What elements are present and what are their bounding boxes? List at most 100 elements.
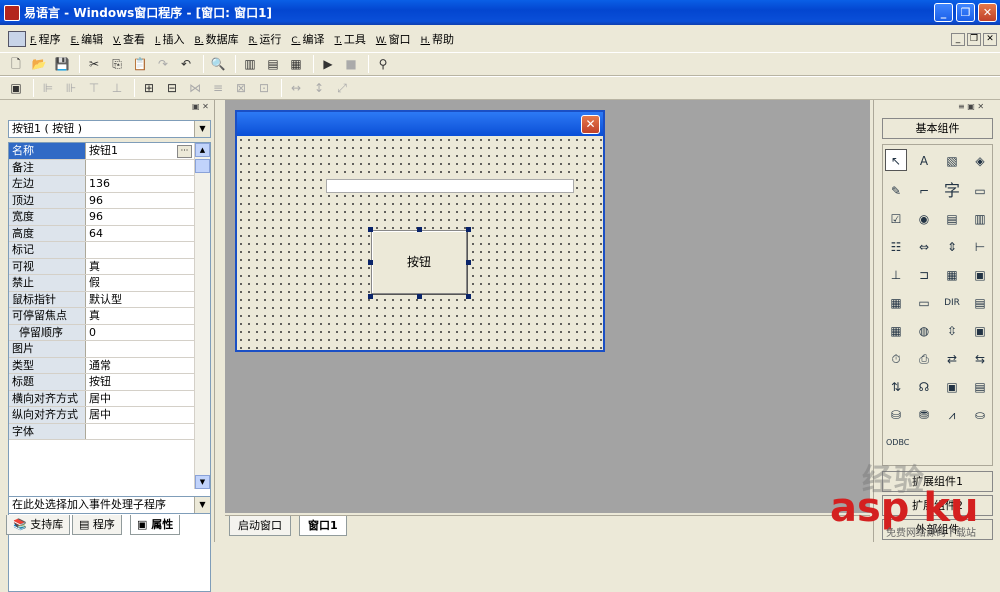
close-button[interactable]: ✕ — [978, 3, 997, 22]
slider-icon[interactable]: ⊥ — [885, 263, 907, 285]
form-grid[interactable]: 按钮 — [237, 136, 603, 350]
ellipsis-button[interactable]: ··· — [177, 145, 192, 158]
align-left-icon[interactable]: ⊫ — [38, 79, 58, 97]
progress-icon[interactable]: ⊢ — [969, 235, 991, 257]
listbox-icon[interactable]: ▥ — [969, 207, 991, 229]
tab-control-icon[interactable]: ⊐ — [913, 263, 935, 285]
menu-edit[interactable]: E. 编辑 — [71, 31, 104, 47]
align-bottom-icon[interactable]: ⊥ — [107, 79, 127, 97]
layout-3-icon[interactable]: ▦ — [286, 55, 306, 73]
file-list-icon[interactable]: ▤ — [969, 291, 991, 313]
tab-startup-window[interactable]: 启动窗口 — [229, 516, 291, 536]
combobox-icon[interactable]: ▤ — [941, 207, 963, 229]
same-height-icon[interactable]: ↕ — [309, 79, 329, 97]
redo-icon[interactable]: ↷ — [153, 55, 173, 73]
db-source-icon[interactable]: ⛃ — [913, 403, 935, 425]
menu-window[interactable]: W. 窗口 — [376, 31, 411, 47]
tab-properties[interactable]: ▣ 属性 — [130, 515, 181, 535]
paste-icon[interactable]: 📋 — [130, 55, 150, 73]
object-select[interactable]: 按钮1 ( 按钮 ) ▼ — [8, 120, 211, 138]
panel-pin-icon[interactable]: ≡ ▣ ✕ — [958, 102, 984, 114]
center-horizontal-icon[interactable]: ⊞ — [139, 79, 159, 97]
panel-pin-icon[interactable]: ▣ ✕ — [192, 102, 209, 114]
event-select[interactable]: 在此处选择加入事件处理子程序 ▼ — [8, 496, 211, 514]
table-icon[interactable]: ▦ — [885, 319, 907, 341]
tab-program[interactable]: ▤ 程序 — [72, 515, 122, 535]
menu-run[interactable]: R. 运行 — [249, 31, 282, 47]
mdi-restore-button[interactable]: ❐ — [967, 33, 981, 46]
hscroll-icon[interactable]: ⇔ — [913, 235, 935, 257]
printer-icon[interactable]: ⎙ — [913, 347, 935, 369]
radio-icon[interactable]: ◉ — [913, 207, 935, 229]
label-icon[interactable]: A — [913, 149, 935, 171]
form-close-icon[interactable]: ✕ — [581, 115, 600, 134]
property-row[interactable]: 备注 — [9, 159, 210, 176]
resize-handle[interactable] — [466, 260, 471, 265]
open-folder-icon[interactable]: 📂 — [29, 55, 49, 73]
menu-tools[interactable]: T. 工具 — [335, 31, 366, 47]
form-window[interactable]: ✕ 按钮 — [235, 110, 605, 352]
button-icon[interactable]: ▭ — [969, 179, 991, 201]
property-row[interactable]: 类型 通常 — [9, 357, 210, 374]
outline-icon[interactable]: ▤ — [969, 375, 991, 397]
frame-icon[interactable]: ⌐ — [913, 179, 935, 201]
save-icon[interactable]: 💾 — [52, 55, 72, 73]
property-row[interactable]: 图片 — [9, 341, 210, 358]
tab-window1[interactable]: 窗口1 — [299, 516, 347, 536]
binoculars-icon[interactable]: ⚲ — [373, 55, 393, 73]
chevron-down-icon[interactable]: ▼ — [194, 121, 210, 137]
new-file-icon[interactable]: 🗋 — [6, 55, 26, 73]
shape-icon[interactable]: ◈ — [969, 149, 991, 171]
scroll-thumb[interactable] — [195, 159, 210, 173]
form-icon[interactable]: ▣ — [6, 79, 26, 97]
maximize-button[interactable]: ❐ — [956, 3, 975, 22]
menu-view[interactable]: V. 查看 — [113, 31, 145, 47]
grid-icon[interactable]: ▦ — [885, 291, 907, 313]
text-char-icon[interactable]: 字 — [941, 179, 963, 201]
vscroll-icon[interactable]: ⇕ — [941, 235, 963, 257]
menu-insert[interactable]: I. 插入 — [155, 31, 185, 47]
movie-icon[interactable]: ▦ — [941, 263, 963, 285]
panel-icon[interactable]: ▭ — [913, 291, 935, 313]
property-row[interactable]: 停留顺序 0 — [9, 324, 210, 341]
property-row[interactable]: 纵向对齐方式 居中 — [9, 407, 210, 424]
globe-icon[interactable]: ◍ — [913, 319, 935, 341]
align-top-icon[interactable]: ⊤ — [84, 79, 104, 97]
basic-components-button[interactable]: 基本组件 — [882, 118, 993, 139]
client-icon[interactable]: ⇆ — [969, 347, 991, 369]
undo-icon[interactable]: ↶ — [176, 55, 196, 73]
resize-handle[interactable] — [368, 260, 373, 265]
property-row[interactable]: 左边 136 — [9, 176, 210, 193]
picture-icon[interactable]: ▧ — [941, 149, 963, 171]
minimize-button[interactable]: _ — [934, 3, 953, 22]
window-icon[interactable]: ▣ — [969, 319, 991, 341]
checkbox-icon[interactable]: ☑ — [885, 207, 907, 229]
space-vertical-icon[interactable]: ≡ — [208, 79, 228, 97]
timer-icon[interactable]: ⏱ — [885, 347, 907, 369]
pointer-icon[interactable]: ↖ — [885, 149, 907, 171]
edit-icon[interactable]: ✎ — [885, 179, 907, 201]
image-box-icon[interactable]: ▣ — [941, 375, 963, 397]
resize-handle[interactable] — [466, 227, 471, 232]
layout-2-icon[interactable]: ▤ — [263, 55, 283, 73]
tab-support-library[interactable]: 📚 支持库 — [6, 515, 71, 535]
space-horizontal-icon[interactable]: ⋈ — [185, 79, 205, 97]
copy-icon[interactable]: ⎘ — [107, 55, 127, 73]
odbc-source-icon[interactable]: ODBC — [885, 431, 909, 453]
checklist-icon[interactable]: ☷ — [885, 235, 907, 257]
mdi-close-button[interactable]: ✕ — [983, 33, 997, 46]
db-provider-icon[interactable]: ⛁ — [885, 403, 907, 425]
property-row[interactable]: 可视真 — [9, 258, 210, 275]
chart-icon[interactable]: ⩘ — [941, 403, 963, 425]
distribute-2-icon[interactable]: ⊡ — [254, 79, 274, 97]
mdi-minimize-button[interactable]: _ — [951, 33, 965, 46]
resize-handle[interactable] — [466, 294, 471, 299]
find-icon[interactable]: 🔍 — [208, 55, 228, 73]
server-icon[interactable]: ⇅ — [885, 375, 907, 397]
property-row[interactable]: 字体 — [9, 423, 210, 440]
drive-icon[interactable]: ▣ — [969, 263, 991, 285]
same-size-icon[interactable]: ⤢ — [332, 79, 352, 97]
distribute-icon[interactable]: ⊠ — [231, 79, 251, 97]
center-vertical-icon[interactable]: ⊟ — [162, 79, 182, 97]
resize-handle[interactable] — [368, 294, 373, 299]
